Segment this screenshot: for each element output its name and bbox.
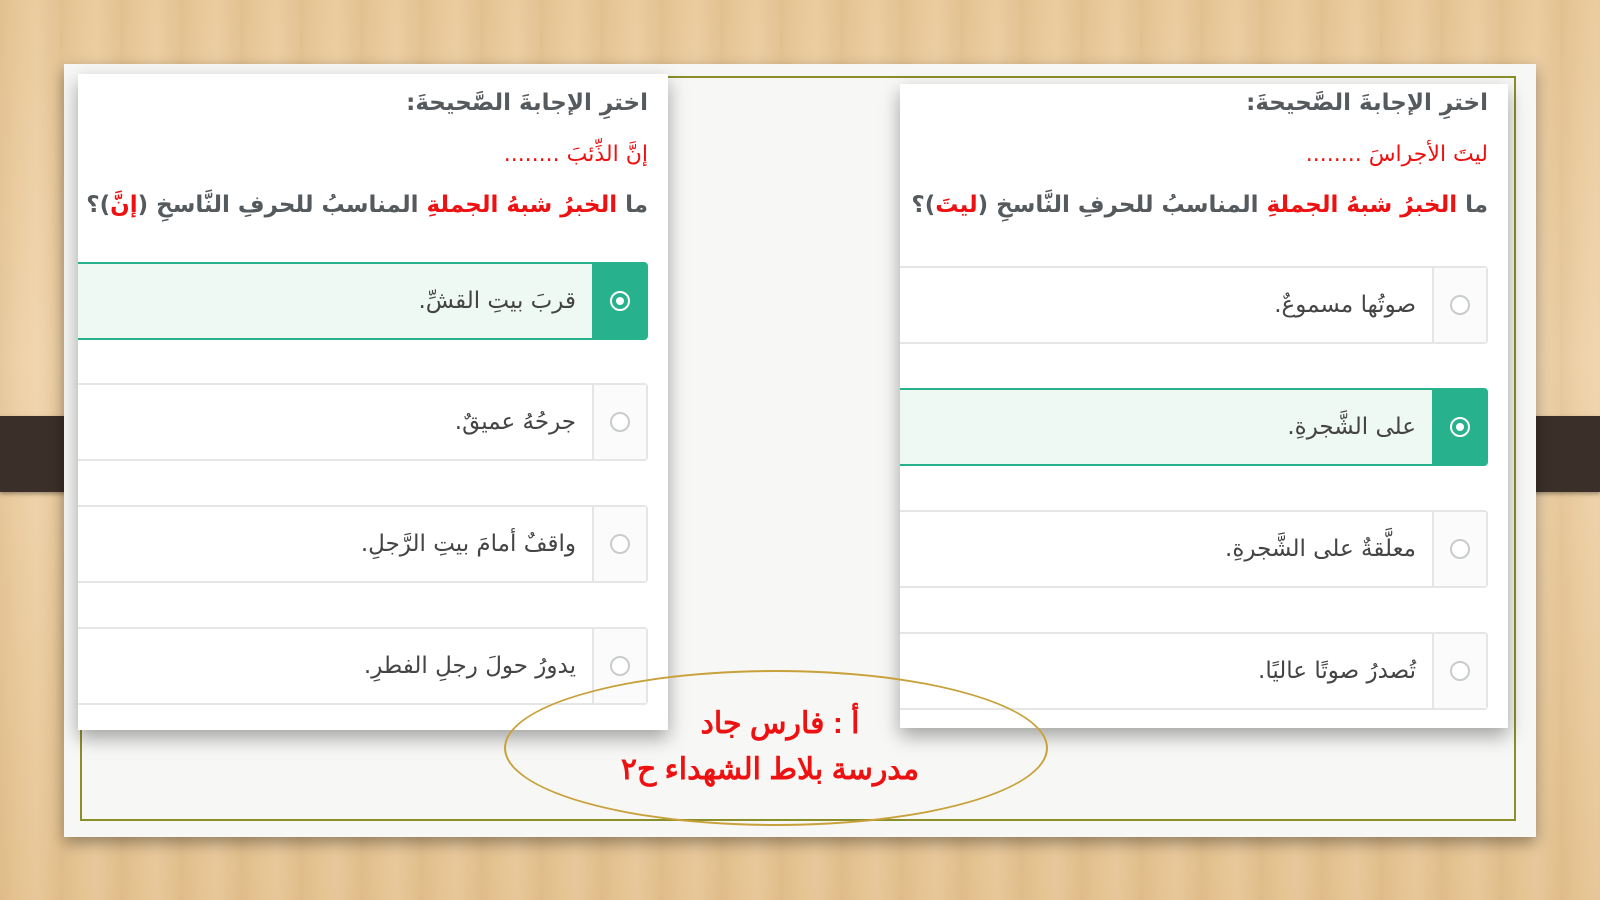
quiz-panel-right: اخترِ الإجابةَ الصَّحيحةَ: ليتَ الأجراسَ…	[900, 84, 1508, 728]
question-suffix: )؟	[911, 192, 936, 218]
answer-option-4[interactable]: يدورُ حولَ رجلِ الفطرِ.	[78, 627, 648, 705]
school-credit: مدرسة بلاط الشهداء ح٢	[620, 753, 920, 786]
radio-button[interactable]	[610, 412, 630, 432]
radio-button[interactable]	[1450, 295, 1470, 315]
answer-option-2[interactable]: جرحُهُ عميقٌ.	[78, 383, 648, 461]
radio-cell[interactable]	[1432, 268, 1486, 342]
answer-option-2[interactable]: على الشَّجرةِ.	[900, 388, 1488, 466]
instruction-heading: اخترِ الإجابةَ الصَّحيحةَ:	[406, 90, 648, 116]
answer-option-1[interactable]: قربَ بيتِ القشِّ.	[78, 262, 648, 340]
question-text: ما الخبرُ شبهُ الجملةِ المناسبُ للحرفِ ا…	[911, 192, 1488, 218]
radio-cell[interactable]	[592, 264, 646, 338]
radio-button[interactable]	[610, 534, 630, 554]
answer-option-label: يدورُ حولَ رجلِ الفطرِ.	[363, 653, 576, 679]
question-highlight: الخبرُ شبهُ الجملةِ	[1266, 192, 1458, 218]
radio-cell[interactable]	[1432, 512, 1486, 586]
answer-option-1[interactable]: صوتُها مسموعٌ.	[900, 266, 1488, 344]
question-text: ما الخبرُ شبهُ الجملةِ المناسبُ للحرفِ ا…	[86, 192, 648, 218]
radio-cell[interactable]	[592, 507, 646, 581]
radio-cell[interactable]	[1432, 634, 1486, 708]
radio-button-selected[interactable]	[1450, 417, 1470, 437]
answer-option-3[interactable]: معلَّقةٌ على الشَّجرةِ.	[900, 510, 1488, 588]
credit-oval	[504, 670, 1048, 826]
answer-option-label: صوتُها مسموعٌ.	[1274, 292, 1416, 318]
question-highlight: الخبرُ شبهُ الجملةِ	[426, 192, 618, 218]
radio-button[interactable]	[1450, 661, 1470, 681]
question-particle: ليتَ	[935, 192, 978, 218]
teacher-credit: أ : فارس جاد	[700, 707, 860, 740]
answer-option-label: قربَ بيتِ القشِّ.	[418, 288, 576, 314]
answer-option-3[interactable]: واقفٌ أمامَ بيتِ الرَّجلِ.	[78, 505, 648, 583]
radio-cell[interactable]	[1432, 390, 1486, 464]
radio-button[interactable]	[610, 656, 630, 676]
answer-option-label: على الشَّجرةِ.	[1287, 414, 1416, 440]
quiz-panel-left: اخترِ الإجابةَ الصَّحيحةَ: إنَّ الذِّئبَ…	[78, 74, 668, 730]
question-sentence: إنَّ الذِّئبَ ........	[503, 142, 648, 167]
question-mid: المناسبُ للحرفِ النَّاسخِ (	[137, 192, 427, 218]
instruction-heading: اخترِ الإجابةَ الصَّحيحةَ:	[1246, 90, 1488, 116]
question-sentence: ليتَ الأجراسَ ........	[1305, 142, 1488, 167]
answer-option-label: جرحُهُ عميقٌ.	[454, 409, 576, 435]
question-particle: إنَّ	[110, 192, 138, 218]
question-prefix: ما	[1457, 192, 1488, 218]
radio-cell[interactable]	[592, 385, 646, 459]
radio-button-selected[interactable]	[610, 291, 630, 311]
answer-option-label: واقفٌ أمامَ بيتِ الرَّجلِ.	[360, 531, 576, 557]
answer-option-label: معلَّقةٌ على الشَّجرةِ.	[1225, 536, 1416, 562]
question-suffix: )؟	[86, 192, 111, 218]
question-mid: المناسبُ للحرفِ النَّاسخِ (	[977, 192, 1267, 218]
question-prefix: ما	[617, 192, 648, 218]
radio-button[interactable]	[1450, 539, 1470, 559]
